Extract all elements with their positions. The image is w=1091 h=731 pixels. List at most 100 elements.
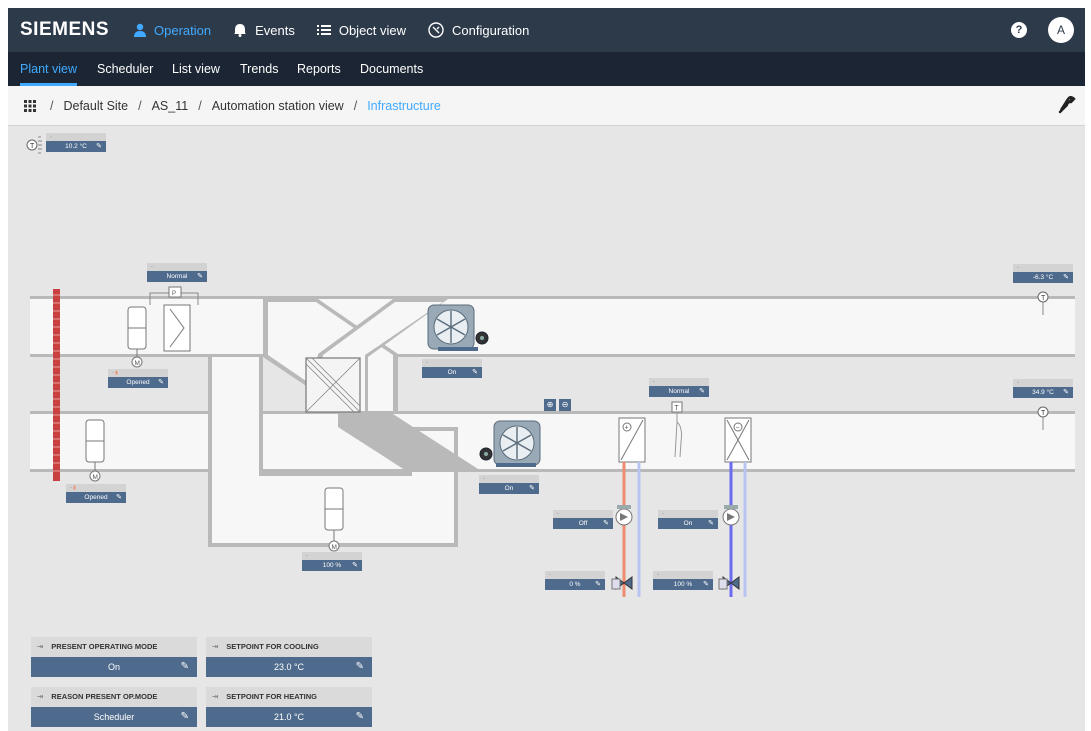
brand-logo: SIEMENS bbox=[20, 19, 110, 40]
nav-object-view-label: Object view bbox=[338, 22, 407, 38]
edit-icon: ✎ bbox=[96, 143, 102, 150]
wrench-icon[interactable] bbox=[1058, 96, 1076, 114]
edit-icon: ✎ bbox=[1063, 274, 1069, 281]
supply-fan-chip[interactable]: ◦ On ✎ bbox=[479, 475, 539, 495]
cooling-valve[interactable] bbox=[718, 576, 740, 590]
user-avatar[interactable]: A bbox=[1048, 17, 1074, 43]
app-window: SIEMENS Operation Events Object view Con… bbox=[8, 8, 1085, 731]
heating-pump[interactable] bbox=[615, 505, 633, 526]
exhaust-damper-chip[interactable]: ◦ ▮ Opened ✎ bbox=[66, 484, 126, 504]
edit-icon[interactable]: ✎ bbox=[356, 657, 364, 677]
cooling-valve-value: 100 % bbox=[673, 581, 693, 588]
building-wall bbox=[53, 289, 60, 481]
cooling-setpoint-value: 23.0 °C bbox=[273, 662, 305, 672]
cooling-valve-chip[interactable]: ◦ 100 % ✎ bbox=[653, 571, 713, 591]
heating-pump-chip[interactable]: ◦ Off ✎ bbox=[553, 510, 613, 530]
reason-mode-value: Scheduler bbox=[93, 712, 135, 722]
edit-icon[interactable]: ✎ bbox=[181, 657, 189, 677]
filter-status-chip[interactable]: ◦ Normal ✎ bbox=[147, 263, 207, 283]
nav-configuration[interactable]: Configuration bbox=[428, 22, 529, 38]
bypass-damper-chip[interactable]: ◦ 100 % ✎ bbox=[302, 552, 362, 572]
svg-text:P: P bbox=[172, 291, 176, 297]
breadcrumb-separator: / bbox=[198, 99, 202, 113]
cooling-pump-chip[interactable]: ◦ On ✎ bbox=[658, 510, 718, 530]
tab-scheduler[interactable]: Scheduler bbox=[97, 52, 153, 86]
bypass-damper-value: 100 % bbox=[322, 562, 342, 569]
breadcrumb-separator: / bbox=[353, 99, 358, 113]
frost-status-chip[interactable]: ◦ Normal ✎ bbox=[649, 378, 709, 398]
outdoor-air-damper[interactable]: M bbox=[127, 306, 147, 368]
edit-icon: ✎ bbox=[472, 369, 478, 376]
tab-plant-view[interactable]: Plant view bbox=[20, 52, 77, 86]
edit-icon: ✎ bbox=[352, 562, 358, 569]
heating-setpoint-field[interactable]: 21.0 °C ✎ bbox=[206, 707, 372, 727]
help-icon[interactable]: ? bbox=[1011, 22, 1027, 38]
svg-text:T: T bbox=[1041, 410, 1046, 417]
outdoor-damper-chip[interactable]: ◦ ▮ Opened ✎ bbox=[108, 369, 168, 389]
exhaust-damper-value: Opened bbox=[84, 494, 108, 501]
breadcrumb-site[interactable]: Default Site bbox=[63, 99, 128, 113]
svg-text:M: M bbox=[332, 544, 337, 551]
tab-trends[interactable]: Trends bbox=[240, 52, 278, 86]
svg-text:−: − bbox=[736, 425, 740, 432]
edit-icon: ✎ bbox=[529, 485, 535, 492]
edit-icon[interactable]: ✎ bbox=[356, 707, 364, 727]
breadcrumb-current: Infrastructure bbox=[367, 99, 441, 113]
reason-mode-field[interactable]: Scheduler ✎ bbox=[31, 707, 197, 727]
nav-configuration-label: Configuration bbox=[452, 22, 530, 38]
svg-text:T: T bbox=[675, 405, 680, 412]
heating-valve[interactable] bbox=[611, 576, 633, 590]
reason-mode-panel: ⇥ REASON PRESENT OP.MODE Scheduler ✎ bbox=[31, 687, 197, 729]
edit-icon: ✎ bbox=[699, 388, 705, 395]
tab-documents[interactable]: Documents bbox=[360, 52, 423, 86]
exhaust-fan-chip[interactable]: ◦ On ✎ bbox=[422, 359, 482, 379]
nav-object-view[interactable]: Object view bbox=[316, 22, 407, 38]
heating-valve-chip[interactable]: ◦ 0 % ✎ bbox=[545, 571, 605, 591]
breadcrumb-separator: / bbox=[50, 99, 54, 113]
secondary-navigation: Plant view Scheduler List view Trends Re… bbox=[8, 52, 1085, 86]
arrow-in-icon: ⇥ bbox=[37, 692, 44, 701]
arrow-in-icon: ⇥ bbox=[212, 692, 219, 701]
tab-list-view[interactable]: List view bbox=[172, 52, 220, 86]
present-operating-mode-panel: ⇥ PRESENT OPERATING MODE On ✎ bbox=[31, 637, 197, 679]
nav-events[interactable]: Events bbox=[233, 23, 295, 38]
exhaust-temp-chip[interactable]: ◦ -6.3 °C ✎ bbox=[1013, 264, 1073, 284]
cooling-pump-value: On bbox=[683, 520, 693, 527]
grid-icon[interactable] bbox=[24, 100, 36, 112]
lower-duct-inner bbox=[30, 414, 1075, 469]
plant-diagram: T M P M M + T − T T ◦ 10.2 °C ✎ ◦ Normal… bbox=[8, 127, 1085, 731]
zoom-out-icon[interactable]: ⊖ bbox=[559, 399, 571, 411]
present-mode-field[interactable]: On ✎ bbox=[31, 657, 197, 677]
zoom-in-icon[interactable]: ⊕ bbox=[544, 399, 556, 411]
person-icon bbox=[134, 23, 146, 37]
nav-operation[interactable]: Operation bbox=[134, 23, 211, 38]
heating-pump-value: Off bbox=[578, 520, 588, 527]
edit-icon[interactable]: ✎ bbox=[181, 707, 189, 727]
cooling-coil[interactable]: − bbox=[724, 417, 752, 463]
filter-status-value: Normal bbox=[166, 273, 188, 280]
supply-temp-chip[interactable]: ◦ 34.9 °C ✎ bbox=[1013, 379, 1073, 399]
arrow-in-icon: ⇥ bbox=[212, 642, 219, 651]
heating-setpoint-value: 21.0 °C bbox=[273, 712, 305, 722]
cooling-setpoint-label: SETPOINT FOR COOLING bbox=[226, 642, 319, 651]
edit-icon: ✎ bbox=[1063, 389, 1069, 396]
present-mode-value: On bbox=[107, 662, 120, 672]
exhaust-fan-value: On bbox=[447, 369, 457, 376]
edit-icon: ✎ bbox=[603, 520, 609, 527]
present-mode-label: PRESENT OPERATING MODE bbox=[51, 642, 158, 651]
breadcrumb-station[interactable]: AS_11 bbox=[152, 99, 189, 113]
outdoor-temp-value: 10.2 °C bbox=[65, 143, 87, 150]
tab-reports[interactable]: Reports bbox=[297, 52, 341, 86]
heating-setpoint-panel: ⇥ SETPOINT FOR HEATING 21.0 °C ✎ bbox=[206, 687, 372, 729]
svg-text:T: T bbox=[30, 143, 35, 150]
edit-icon: ✎ bbox=[708, 520, 714, 527]
outdoor-temp-sensor-icon[interactable]: T bbox=[26, 136, 42, 154]
cooling-setpoint-field[interactable]: 23.0 °C ✎ bbox=[206, 657, 372, 677]
breadcrumb-station-view[interactable]: Automation station view bbox=[212, 99, 344, 113]
svg-text:M: M bbox=[135, 360, 140, 367]
edit-icon: ✎ bbox=[116, 494, 122, 501]
outdoor-temp-chip[interactable]: ◦ 10.2 °C ✎ bbox=[46, 133, 106, 153]
cooling-pump[interactable] bbox=[722, 505, 740, 526]
heating-coil[interactable]: + bbox=[618, 417, 646, 463]
breadcrumb-bar: / Default Site / AS_11 / Automation stat… bbox=[8, 86, 1085, 126]
